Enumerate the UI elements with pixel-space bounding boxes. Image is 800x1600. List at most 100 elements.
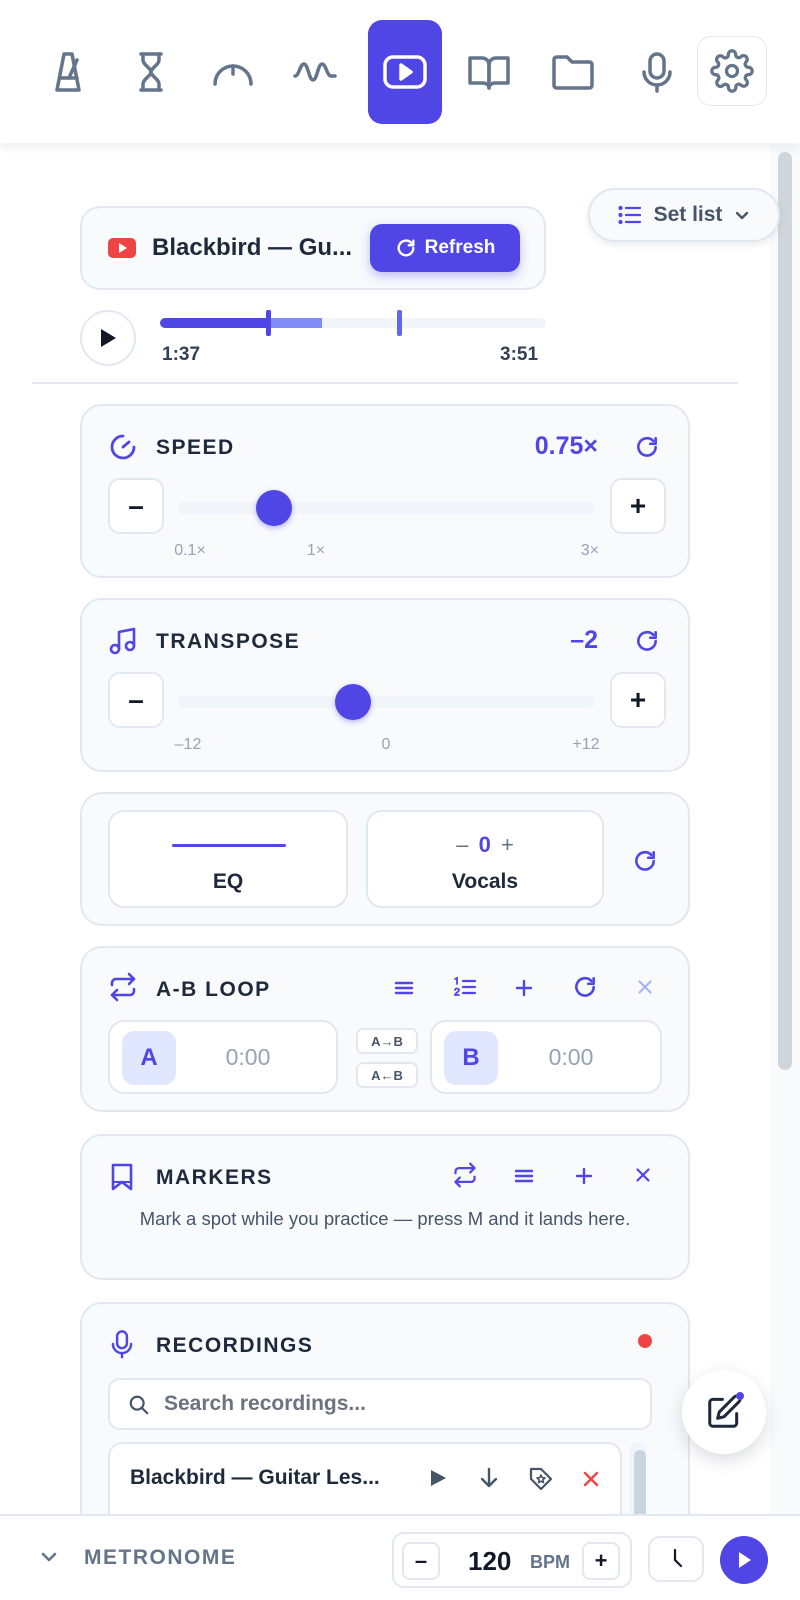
nav-waveform-button[interactable] <box>278 20 352 124</box>
add-marker-icon[interactable] <box>572 1164 596 1188</box>
speed-tick-min: 0.1× <box>174 542 206 559</box>
speed-increase-button[interactable]: + <box>610 478 666 534</box>
transpose-increase-button[interactable]: + <box>610 672 666 728</box>
top-toolbar <box>0 0 800 143</box>
chevron-down-icon[interactable] <box>38 1546 60 1568</box>
speedometer-icon <box>110 434 136 460</box>
loop-a-label[interactable]: A <box>122 1031 176 1085</box>
bpm-decrease-button[interactable]: – <box>402 1542 440 1580</box>
duration: 3:51 <box>500 344 539 365</box>
speed-title: SPEED <box>156 436 235 459</box>
vocals-control: – 0 + Vocals <box>366 810 604 908</box>
tap-tempo-button[interactable] <box>648 1536 704 1582</box>
youtube-logo-icon <box>108 238 136 258</box>
page-scrollbar-thumb[interactable] <box>778 152 792 1070</box>
mix-reset-icon[interactable] <box>632 848 658 874</box>
metronome-label[interactable]: METRONOME <box>84 1546 236 1570</box>
vocals-label: Vocals <box>451 870 519 893</box>
loop-point-b[interactable]: B 0:00 <box>430 1020 662 1094</box>
recordings-search[interactable] <box>108 1378 652 1430</box>
play-icon <box>101 329 116 347</box>
metronome-play-button[interactable] <box>720 1536 768 1584</box>
loop-b-time[interactable]: 0:00 <box>522 1044 660 1071</box>
video-play-button[interactable] <box>80 310 136 366</box>
transpose-tick-min: –12 <box>174 736 202 753</box>
loop-region <box>268 318 323 328</box>
close-icon[interactable] <box>634 976 656 998</box>
vocals-decrease-button[interactable]: – <box>456 832 468 857</box>
markers-empty-text: Mark a spot while you practice — press M… <box>139 1208 631 1229</box>
delete-icon[interactable] <box>582 1470 600 1488</box>
current-time: 1:37 <box>162 344 201 365</box>
bpm-value[interactable]: 120 <box>468 1546 511 1577</box>
transpose-card: TRANSPOSE –2 – + –12 0 +12 <box>80 598 690 772</box>
folder-icon <box>552 55 594 90</box>
loop-a-time[interactable]: 0:00 <box>200 1044 336 1071</box>
vocals-increase-button[interactable]: + <box>501 832 514 857</box>
play-icon[interactable] <box>428 1468 448 1488</box>
loop-markers-icon[interactable] <box>452 1162 478 1188</box>
speed-tick-mid: 1× <box>306 542 326 559</box>
speed-reset-icon[interactable] <box>634 434 660 460</box>
tag-icon[interactable] <box>528 1466 554 1492</box>
nav-library-button[interactable] <box>452 20 526 124</box>
notes-fab-button[interactable] <box>682 1370 766 1454</box>
transpose-slider[interactable] <box>178 684 594 720</box>
loop-b-label[interactable]: B <box>444 1031 498 1085</box>
speed-slider-thumb[interactable] <box>255 490 292 526</box>
metronome-icon <box>55 52 81 92</box>
nav-timer-button[interactable] <box>114 20 188 124</box>
refresh-label: Refresh <box>424 237 496 258</box>
speed-slider[interactable] <box>178 490 594 526</box>
bpm-increase-button[interactable]: + <box>582 1542 620 1580</box>
copy-b-to-a-button[interactable]: A←B <box>356 1062 418 1088</box>
music-note-icon <box>109 627 136 655</box>
transpose-tick-mid: 0 <box>381 736 391 753</box>
transpose-reset-icon[interactable] <box>634 628 660 654</box>
download-icon[interactable] <box>478 1466 500 1490</box>
bpm-control: – 120 BPM + <box>392 1532 632 1588</box>
settings-button[interactable] <box>697 36 767 106</box>
eq-button[interactable]: EQ <box>108 810 348 908</box>
recording-title: Blackbird — Guitar Les... <box>130 1466 380 1489</box>
mix-card: EQ – 0 + Vocals <box>80 792 690 926</box>
recordings-title: RECORDINGS <box>156 1334 314 1357</box>
numbered-list-icon[interactable] <box>452 974 478 1000</box>
speed-card: SPEED 0.75× – + 0.1× 1× 3× <box>80 404 690 578</box>
loop-end-handle[interactable] <box>397 310 403 336</box>
recordings-search-input[interactable] <box>164 1392 624 1416</box>
eq-curve <box>172 844 286 847</box>
nav-tuner-button[interactable] <box>196 20 270 124</box>
nav-record-button[interactable] <box>620 20 694 124</box>
setlist-dropdown[interactable]: Set list <box>588 188 780 242</box>
search-icon <box>129 1395 149 1415</box>
play-icon <box>739 1552 751 1568</box>
book-icon <box>468 56 510 90</box>
tuner-gauge-icon <box>213 64 253 86</box>
speed-value: 0.75× <box>534 432 598 460</box>
eq-label: EQ <box>212 870 244 893</box>
waveform-icon <box>293 62 337 82</box>
nav-metronome-button[interactable] <box>32 20 106 124</box>
copy-a-to-b-button[interactable]: A→B <box>356 1028 418 1054</box>
markers-title: MARKERS <box>156 1166 273 1189</box>
add-icon[interactable] <box>512 976 536 1000</box>
notification-dot <box>736 1392 744 1400</box>
ab-loop-reset-icon[interactable] <box>572 974 598 1000</box>
transpose-value: –2 <box>570 626 598 654</box>
video-progress-bar[interactable] <box>160 310 546 336</box>
chevron-down-icon <box>736 211 749 220</box>
loop-point-a[interactable]: A 0:00 <box>108 1020 338 1094</box>
transpose-decrease-button[interactable]: – <box>108 672 164 728</box>
loop-start-handle[interactable] <box>266 310 272 336</box>
nav-youtube-button[interactable] <box>368 20 442 124</box>
metronome-bar: METRONOME – 120 BPM + <box>0 1514 800 1600</box>
nav-files-button[interactable] <box>536 20 610 124</box>
refresh-button[interactable]: Refresh <box>370 224 520 272</box>
menu-icon[interactable] <box>392 976 416 1000</box>
record-indicator[interactable] <box>638 1334 652 1348</box>
transpose-slider-thumb[interactable] <box>334 684 371 720</box>
speed-decrease-button[interactable]: – <box>108 478 164 534</box>
menu-icon[interactable] <box>512 1164 536 1188</box>
close-icon[interactable] <box>632 1164 654 1186</box>
